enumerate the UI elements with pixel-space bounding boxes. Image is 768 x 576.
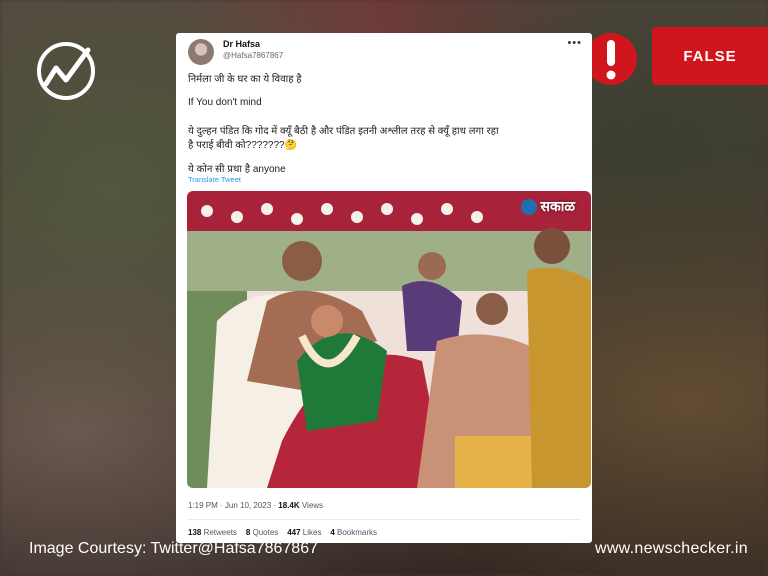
tweet-text-line-2: If You don't mind xyxy=(188,97,262,108)
false-verdict-badge: FALSE xyxy=(652,27,768,85)
views-label: Views xyxy=(299,501,324,510)
more-options-icon[interactable]: ••• xyxy=(567,37,582,49)
views-count: 18.4K xyxy=(278,501,300,510)
newschecker-logo-icon xyxy=(37,42,95,100)
tweet-text-line-1: निर्मला जी के घर का ये विवाह है xyxy=(188,74,302,85)
watermark-logo-icon xyxy=(520,198,537,215)
tweet-stats: 138 Retweets 8 Quotes 447 Likes 4 Bookma… xyxy=(188,528,377,537)
wedding-scene-image xyxy=(187,191,591,488)
exclamation-icon xyxy=(585,33,637,85)
tweet-timestamp: 1:19 PM · Jun 10, 2023 · 18.4K Views xyxy=(188,501,323,510)
translate-tweet-link[interactable]: Translate Tweet xyxy=(188,175,241,184)
tweet-text-line-3: ये दुल्हन पंडित कि गोद में क्यूँ बैठी है… xyxy=(188,126,499,137)
author-handle[interactable]: @Hafsa7867867 xyxy=(223,51,283,60)
divider xyxy=(188,519,580,520)
avatar[interactable] xyxy=(188,39,214,65)
likes-stat[interactable]: 447 Likes xyxy=(287,528,321,537)
image-courtesy-caption: Image Courtesy: Twitter@Hafsa7867867 xyxy=(29,540,318,557)
tweet-text-line-5: ये कोन सी प्रथा है anyone xyxy=(188,164,286,175)
tweet-time[interactable]: 1:19 PM · Jun 10, 2023 · xyxy=(188,501,278,510)
quotes-stat[interactable]: 8 Quotes xyxy=(246,528,278,537)
author-name[interactable]: Dr Hafsa xyxy=(223,39,260,49)
watermark-text: सकाळ xyxy=(540,198,575,214)
tweet-photo[interactable]: सकाळ xyxy=(187,191,591,488)
tweet-text-line-4: है पराई बीवी को???????🤔 xyxy=(188,140,298,151)
tweet-card: Dr Hafsa @Hafsa7867867 ••• निर्मला जी के… xyxy=(176,33,592,543)
site-url[interactable]: www.newschecker.in xyxy=(595,540,748,558)
retweets-stat[interactable]: 138 Retweets xyxy=(188,528,237,537)
bookmarks-stat[interactable]: 4 Bookmarks xyxy=(330,528,377,537)
photo-watermark: सकाळ xyxy=(520,197,575,216)
